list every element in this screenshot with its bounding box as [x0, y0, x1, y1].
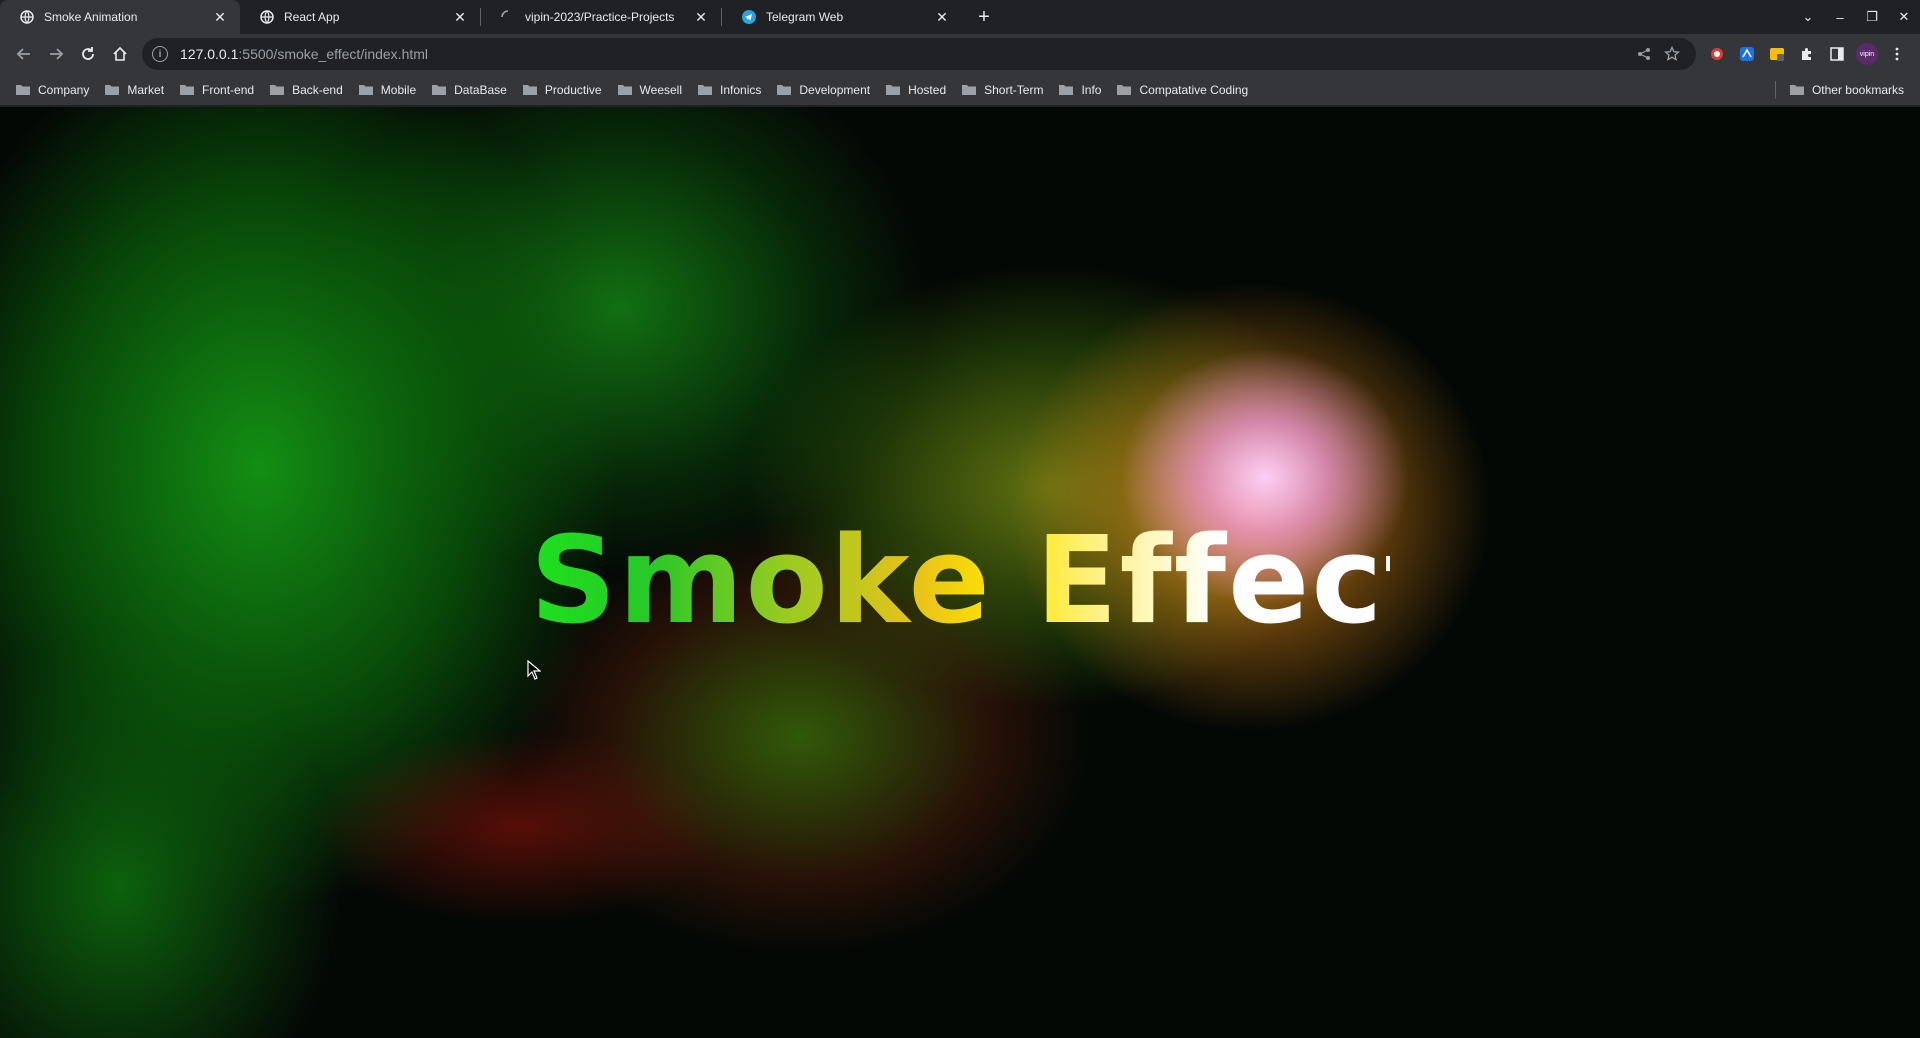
folder-icon	[1117, 85, 1132, 95]
url-host: 127.0.0.1	[180, 46, 239, 62]
folder-icon	[16, 85, 30, 95]
globe-icon	[260, 10, 274, 24]
bookmark-label: Weesell	[639, 82, 683, 97]
tab-practice-projects[interactable]: vipin-2023/Practice-Projects ✕	[481, 0, 721, 34]
tab-title: vipin-2023/Practice-Projects	[525, 10, 675, 24]
restore-icon[interactable]: ❐	[1856, 0, 1888, 34]
bookmark-label: Infonics	[720, 82, 762, 97]
mouse-cursor-icon	[527, 660, 541, 680]
menu-kebab-icon[interactable]	[1882, 39, 1912, 69]
bookmark-folder-productive[interactable]: Productive	[515, 76, 610, 104]
other-bookmarks-folder[interactable]: Other bookmarks	[1782, 76, 1912, 104]
avatar: vipin	[1856, 43, 1878, 65]
bookmark-label: Info	[1081, 82, 1102, 97]
folder-icon	[698, 85, 713, 95]
tab-react-app[interactable]: React App ✕	[240, 0, 480, 34]
folder-icon	[522, 85, 537, 95]
bookmark-folder-hosted[interactable]: Hosted	[878, 76, 954, 104]
window-controls: ⌄ – ❐ ✕	[1792, 0, 1920, 34]
close-icon[interactable]: ✕	[212, 9, 228, 25]
site-info-icon[interactable]: i	[152, 46, 168, 62]
bookmark-folder-development[interactable]: Development	[769, 76, 878, 104]
tab-search-icon[interactable]: ⌄	[1792, 0, 1824, 34]
bookmarks-divider	[1774, 80, 1776, 99]
new-tab-button[interactable]: +	[970, 3, 998, 31]
bookmark-folder-short-term[interactable]: Short-Term	[954, 76, 1051, 104]
close-icon[interactable]: ✕	[934, 9, 950, 25]
extension-red-icon[interactable]	[1702, 39, 1732, 69]
profile-avatar[interactable]: vipin	[1852, 39, 1882, 69]
tab-strip: Smoke Animation ✕ React App ✕ vipin-2023…	[0, 0, 1920, 34]
bookmark-label: Productive	[544, 82, 602, 97]
bookmark-label: Market	[127, 82, 165, 97]
forward-icon[interactable]	[40, 38, 72, 70]
close-window-icon[interactable]: ✕	[1888, 0, 1920, 34]
address-bar[interactable]: i 127.0.0.1:5500/smoke_effect/index.html	[142, 38, 1696, 70]
extensions-puzzle-icon[interactable]	[1792, 39, 1822, 69]
bookmark-label: Development	[799, 82, 871, 97]
folder-icon	[886, 85, 901, 95]
minimize-icon[interactable]: –	[1824, 0, 1856, 34]
page-headline: Smoke Effect	[530, 507, 1442, 657]
bookmark-folder-compatative-coding[interactable]: Compatative Coding	[1109, 76, 1256, 104]
tab-telegram-web[interactable]: Telegram Web ✕	[722, 0, 962, 34]
bookmark-folder-back-end[interactable]: Back-end	[262, 76, 351, 104]
folder-icon	[617, 85, 632, 95]
back-icon[interactable]	[8, 38, 40, 70]
globe-icon	[20, 10, 34, 24]
bookmark-label: Front-end	[202, 82, 255, 97]
home-icon[interactable]	[104, 38, 136, 70]
folder-icon	[1789, 85, 1804, 95]
tab-title: React App	[284, 10, 340, 24]
extension-yellow-icon[interactable]	[1762, 39, 1792, 69]
bookmark-label: DataBase	[454, 82, 507, 97]
url-path: :5500/smoke_effect/index.html	[238, 46, 429, 62]
folder-icon	[358, 85, 373, 95]
bookmark-label: Company	[38, 82, 90, 97]
folder-icon	[270, 85, 285, 95]
tab-title: Telegram Web	[766, 10, 844, 24]
loading-icon	[501, 10, 515, 24]
bookmark-label: Short-Term	[984, 82, 1044, 97]
navigation-toolbar: i 127.0.0.1:5500/smoke_effect/index.html…	[0, 34, 1920, 74]
close-icon[interactable]: ✕	[452, 9, 468, 25]
bookmark-folder-info[interactable]: Info	[1051, 76, 1109, 104]
folder-icon	[432, 85, 447, 95]
bookmark-label: Hosted	[908, 82, 947, 97]
folder-icon	[777, 85, 792, 95]
side-panel-icon[interactable]	[1822, 39, 1852, 69]
tab-title: Smoke Animation	[44, 10, 138, 24]
tab-smoke-animation[interactable]: Smoke Animation ✕	[0, 0, 240, 34]
bookmark-folder-weesell[interactable]: Weesell	[610, 76, 690, 104]
close-icon[interactable]: ✕	[693, 9, 709, 25]
folder-icon	[105, 85, 120, 95]
bookmark-folder-mobile[interactable]: Mobile	[351, 76, 424, 104]
folder-icon	[962, 85, 977, 95]
bookmarks-bar: Company Market Front-end Back-end Mobile…	[0, 74, 1920, 106]
share-icon[interactable]	[1630, 40, 1658, 68]
folder-icon	[1059, 85, 1074, 95]
bookmark-folder-infonics[interactable]: Infonics	[690, 76, 769, 104]
other-bookmarks-label: Other bookmarks	[1811, 82, 1904, 97]
bookmark-folder-company[interactable]: Company	[8, 76, 97, 104]
folder-icon	[180, 85, 195, 95]
bookmark-star-icon[interactable]	[1658, 40, 1686, 68]
page-viewport: Smoke Effect	[0, 107, 1920, 1038]
bookmark-label: Compatative Coding	[1139, 82, 1249, 97]
extension-blue-icon[interactable]	[1732, 39, 1762, 69]
reload-icon[interactable]	[72, 38, 104, 70]
bookmark-label: Back-end	[292, 82, 343, 97]
bookmark-folder-database[interactable]: DataBase	[424, 76, 515, 104]
bookmark-folder-front-end[interactable]: Front-end	[172, 76, 262, 104]
bookmark-folder-market[interactable]: Market	[97, 76, 172, 104]
telegram-icon	[742, 10, 756, 24]
bookmark-label: Mobile	[380, 82, 417, 97]
